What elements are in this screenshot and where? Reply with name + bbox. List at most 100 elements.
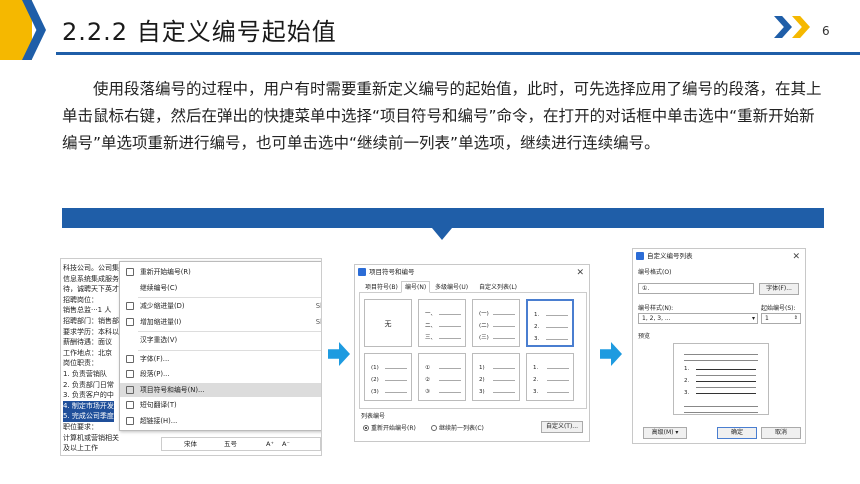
numbering-sample: (一) — [479, 311, 489, 317]
menu-item[interactable]: 重新开始编号(R) — [120, 265, 321, 279]
sample-line — [493, 368, 515, 369]
ok-button[interactable]: 确定 — [717, 427, 757, 439]
restart-numbering-label: 重新开始编号(R) — [371, 425, 416, 432]
paragraph-icon — [126, 370, 134, 378]
menu-item[interactable]: 项目符号和编号(N)... — [120, 382, 321, 397]
font-icon — [126, 354, 134, 363]
sample-line — [385, 392, 407, 393]
chevron-yellow-icon — [792, 16, 810, 38]
bullets-numbering-dialog: 项目符号和编号 ✕ 项目符号(B) 编号(N) 多级编号(U) 自定义列表(L) 无 … — [354, 264, 590, 442]
document-line: 计算机或营销相关 — [63, 433, 119, 442]
sample-line — [493, 314, 515, 315]
numbering-style-cell[interactable]: (1) (2) (3) — [364, 353, 412, 401]
tab-item[interactable]: 项目符号(B) — [361, 281, 402, 293]
bullets-numbering-icon — [126, 385, 134, 394]
numbering-style-cell[interactable]: 一、 二、 三、 — [418, 299, 466, 347]
menu-item[interactable]: 增加缩进量(I) Shift+Alt+. — [120, 315, 321, 329]
numbering-sample: 2) — [479, 377, 485, 383]
sample-line — [439, 326, 461, 327]
document-line: 及以上工作 — [63, 444, 98, 453]
cancel-button[interactable]: 取消 — [761, 427, 801, 439]
format-input[interactable]: ①. — [638, 283, 754, 294]
start-number-stepper[interactable]: 1 ⇕ — [761, 313, 801, 324]
document-line: 科技公司。公司集 — [63, 264, 119, 272]
close-icon[interactable]: ✕ — [576, 266, 584, 280]
decrease-indent-icon — [126, 302, 134, 310]
menu-item-label: 重新开始编号(R) — [140, 268, 191, 276]
menu-item[interactable]: 字体(F)...Ctrl+D — [120, 352, 321, 366]
document-line: 薪酬待遇：面议 — [63, 338, 112, 347]
font-name-select[interactable]: 宋体 — [184, 438, 197, 450]
font-size-select[interactable]: 五号 — [224, 438, 237, 450]
tab-item[interactable]: 多级编号(U) — [431, 281, 472, 293]
menu-item[interactable]: 汉字重选(V) — [120, 333, 321, 347]
spin-icon[interactable]: ⇕ — [794, 314, 798, 323]
numbering-sample: ① — [425, 365, 430, 371]
numbering-style-cell[interactable]: 1. 2. 3. — [526, 299, 574, 347]
numbering-sample: 三、 — [425, 335, 437, 341]
menu-separator — [138, 349, 321, 351]
sample-line — [546, 339, 568, 340]
mini-toolbar: 宋体 五号 A⁺ A⁻ — [161, 437, 321, 451]
numbering-sample: 1. — [533, 365, 539, 371]
app-logo-icon — [636, 252, 644, 260]
preview-line — [696, 381, 756, 382]
advanced-button[interactable]: 高级(M) ▾ — [643, 427, 687, 439]
menu-item-label: 增加缩进量(I) — [140, 317, 182, 326]
restart-numbering-radio[interactable]: 重新开始编号(R) — [363, 423, 416, 432]
document-line: 待，诚聘天下英才 — [63, 285, 119, 294]
numbering-sample: (3) — [371, 389, 379, 395]
menu-item[interactable]: 短句翻译(T)F6 — [120, 398, 321, 412]
menu-item-shortcut: Shift+Alt+. — [315, 317, 321, 326]
tab-item[interactable]: 自定义列表(L) — [475, 281, 521, 293]
arrow-right-icon — [328, 342, 350, 366]
menu-item-label: 段落(P)... — [140, 370, 170, 378]
document-line: 工作地点：北京 — [63, 348, 112, 357]
document-line: 招聘岗位： — [63, 295, 98, 304]
restart-numbering-icon — [126, 268, 134, 276]
numbering-sample: ③ — [425, 389, 430, 395]
sample-line — [546, 327, 568, 328]
document-line: 3. 负责客户的中 — [63, 391, 114, 400]
preview-box: 1. 2. 3. — [673, 343, 769, 415]
close-icon[interactable]: ✕ — [792, 250, 800, 264]
numbering-sample: (二) — [479, 323, 489, 329]
radio-checked-icon — [363, 424, 369, 431]
menu-item[interactable]: 超链接(H)...Ctrl+K — [120, 414, 321, 428]
dialog-title: 项目符号和编号 — [369, 268, 415, 276]
numbering-sample: 1. — [534, 312, 540, 318]
sample-line — [493, 392, 515, 393]
sample-line — [439, 338, 461, 339]
numbering-style-cell[interactable]: (一) (二) (三) — [472, 299, 520, 347]
continue-list-label: 继续前一列表(C) — [439, 425, 484, 432]
menu-item-label: 字体(F)... — [140, 354, 170, 363]
grow-font-button[interactable]: A⁺ — [266, 438, 274, 450]
style-select[interactable]: 1, 2, 3, ... ▾ — [638, 313, 758, 324]
numbering-style-cell[interactable]: 1. 2. 3. — [526, 353, 574, 401]
numbering-style-cell[interactable]: ① ② ③ — [418, 353, 466, 401]
menu-item-label: 减少缩进量(D) — [140, 302, 185, 310]
dialog-title-bar: 项目符号和编号 ✕ — [355, 265, 589, 279]
numbering-none-cell[interactable]: 无 — [364, 299, 412, 347]
font-button[interactable]: 字体(F)... — [759, 283, 799, 295]
shrink-font-button[interactable]: A⁻ — [282, 438, 290, 450]
document-line: 销售总监···1 人 — [63, 306, 112, 315]
menu-item-label: 超链接(H)... — [140, 416, 178, 425]
menu-item[interactable]: 继续编号(C) — [120, 281, 321, 295]
custom-button[interactable]: 自定义(T)... — [541, 421, 583, 433]
chevron-down-icon: ▾ — [751, 315, 755, 322]
start-value: 1 — [765, 315, 769, 322]
menu-item[interactable]: 段落(P)... — [120, 367, 321, 381]
document-line: 5. 完成公司季度 — [63, 411, 114, 423]
menu-item[interactable]: 减少缩进量(D) Shift+Alt+, — [120, 299, 321, 313]
sample-line — [493, 380, 515, 381]
numbering-style-cell[interactable]: 1) 2) 3) — [472, 353, 520, 401]
tab-item[interactable]: 编号(N) — [401, 281, 431, 293]
document-line: 1. 负责营销队 — [63, 370, 107, 378]
body-paragraph: 使用段落编号的过程中，用户有时需要重新定义编号的起始值，此时，可先选择应用了编号… — [62, 80, 822, 152]
divider-notch — [432, 228, 452, 240]
hyperlink-icon — [126, 416, 134, 425]
slide: 2.2.2 自定义编号起始值 6 使用段落编号的过程中，用户有时需要重新定义编号… — [0, 0, 860, 484]
continue-list-radio[interactable]: 继续前一列表(C) — [431, 423, 484, 432]
document-line: 要求学历：本科以 — [63, 327, 119, 336]
